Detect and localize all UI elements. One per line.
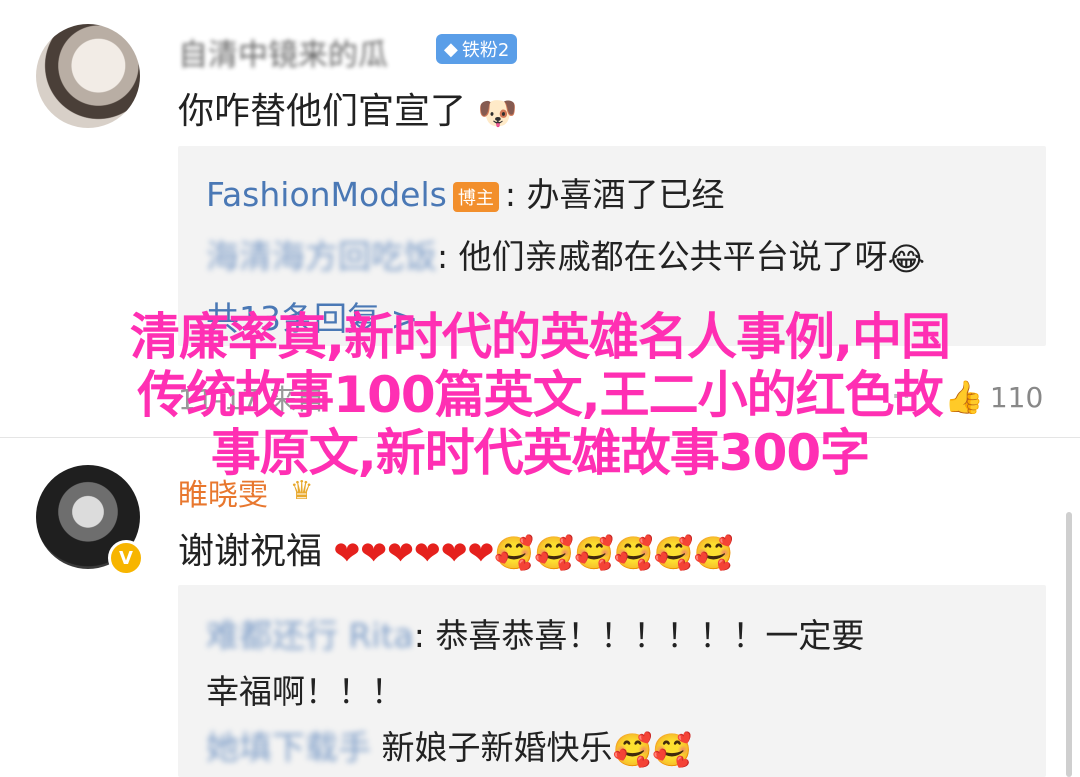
comment-text: 你咋替他们官宣了 🐶: [178, 82, 517, 134]
reply-item[interactable]: FashionModels 博主: 办喜酒了已经: [206, 168, 724, 216]
reply-text: : 恭喜恭喜！！！！！！一定要: [413, 616, 865, 655]
laugh-emoji-icon: 😂: [887, 239, 925, 278]
reply-author[interactable]: 海清海方回吃饭: [206, 237, 437, 276]
reply-item[interactable]: 她填下载手 新娘子新婚快乐🥰🥰: [206, 721, 692, 769]
heart-emoji-icon: ❤❤❤❤❤❤🥰🥰🥰🥰🥰🥰: [333, 534, 734, 572]
diamond-icon: ◆: [444, 38, 458, 60]
reply-box[interactable]: 难都还行 Rita: 恭喜恭喜！！！！！！一定要 幸福啊！！！ 她填下载手 新娘…: [178, 585, 1046, 777]
reply-author[interactable]: 她填下载手: [206, 728, 371, 767]
scrollbar[interactable]: [1066, 512, 1072, 777]
comment-body: 谢谢祝福: [178, 531, 323, 572]
verified-badge-icon: V: [108, 540, 144, 576]
reply-item[interactable]: 难都还行 Rita: 恭喜恭喜！！！！！！一定要: [206, 609, 864, 657]
overlay-line: 事原文,新时代英雄故事300字: [210, 424, 870, 482]
reply-text: : 办喜酒了已经: [504, 175, 725, 214]
fans-badge-label: 铁粉2: [461, 40, 510, 61]
reply-text: : 他们亲戚都在公共平台说了呀: [437, 237, 888, 276]
kiss-emoji-icon: 🥰🥰: [612, 730, 693, 769]
overlay-line: 传统故事100篇英文,王二小的红色故: [137, 366, 943, 424]
reply-text-continued: 幸福啊！！！: [206, 672, 404, 711]
avatar[interactable]: [36, 24, 140, 128]
reply-text: 新娘子新婚快乐: [381, 728, 613, 767]
comment-username[interactable]: 自清中镜来的瓜: [178, 30, 388, 74]
fans-badge: ◆ 铁粉2: [436, 34, 518, 64]
reply-item[interactable]: 海清海方回吃饭: 他们亲戚都在公共平台说了呀😂: [206, 230, 925, 278]
reply-author[interactable]: FashionModels: [206, 175, 447, 214]
reply-author[interactable]: 难都还行 Rita: [206, 616, 414, 655]
overlay-line: 清廉率真,新时代的英雄名人事例,中国: [130, 308, 951, 366]
blogger-badge: 博主: [452, 181, 499, 212]
dog-emoji-icon: 🐶: [477, 94, 518, 132]
overlay-caption: 清廉率真,新时代的英雄名人事例,中国 传统故事100篇英文,王二小的红色故 事原…: [0, 308, 1080, 482]
comment-text: 谢谢祝福 ❤❤❤❤❤❤🥰🥰🥰🥰🥰🥰: [178, 522, 733, 574]
comment-body: 你咋替他们官宣了: [178, 91, 467, 132]
